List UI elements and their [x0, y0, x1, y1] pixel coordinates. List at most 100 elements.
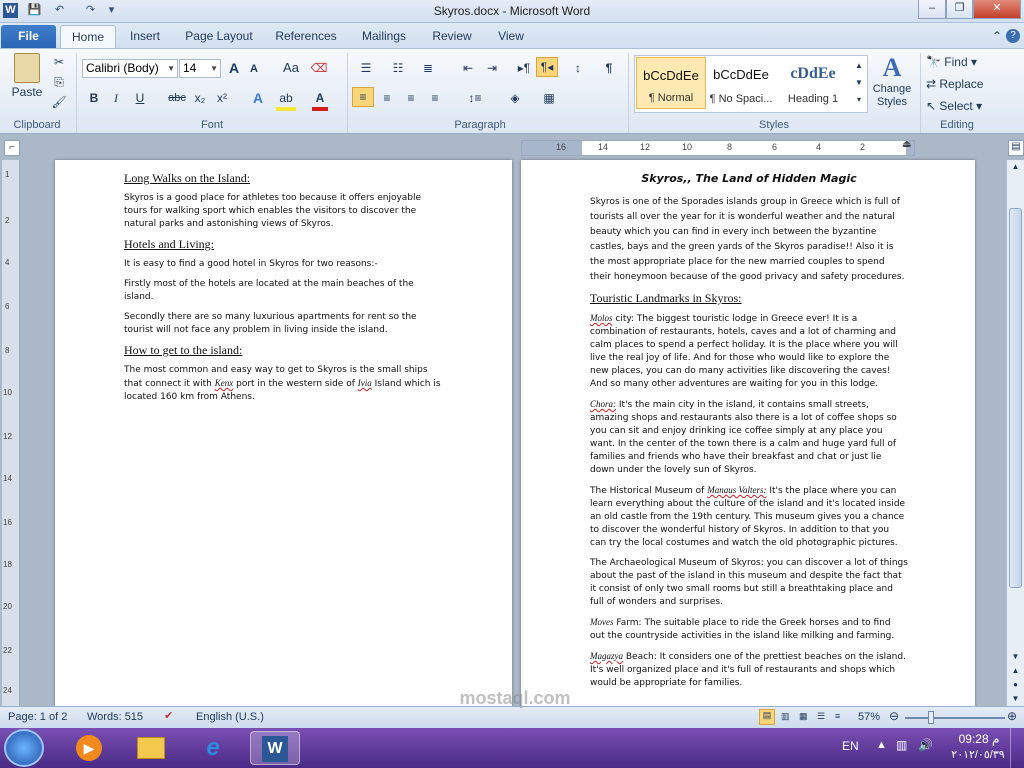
paragraph-group-label: Paragraph: [454, 119, 506, 131]
grow-font-button[interactable]: A: [226, 59, 242, 77]
zoom-level[interactable]: 57%: [858, 711, 880, 723]
align-left-icon[interactable]: ≡: [352, 87, 374, 107]
italic-button[interactable]: I: [108, 89, 124, 107]
vertical-ruler[interactable]: 1 2 4 6 8 10 12 14 16 18 20 22 24: [2, 160, 20, 706]
rtl-icon[interactable]: ¶◂: [536, 57, 558, 77]
document-page-1[interactable]: Long Walks on the Island: Skyros is a go…: [55, 160, 512, 706]
scroll-down-icon[interactable]: ▼ ▲ ● ▼: [1009, 650, 1022, 706]
input-language[interactable]: EN: [842, 739, 859, 753]
taskbar-explorer[interactable]: [126, 731, 176, 765]
taskbar-internet-explorer[interactable]: e: [188, 731, 238, 765]
change-styles-button[interactable]: A Change Styles: [870, 53, 914, 113]
tab-home[interactable]: Home: [60, 25, 116, 48]
word-count[interactable]: Words: 515: [87, 711, 143, 723]
taskbar-word[interactable]: W: [250, 731, 300, 765]
bold-button[interactable]: B: [86, 89, 102, 107]
document-page-2[interactable]: Skyros,, The Land of Hidden Magic Skyros…: [521, 160, 975, 706]
style-normal[interactable]: bCcDdEe ¶ Normal: [636, 57, 706, 109]
text-effects-icon[interactable]: A: [248, 89, 268, 107]
print-layout-icon[interactable]: ▤: [759, 709, 775, 725]
shading-icon[interactable]: ◈: [506, 89, 524, 107]
align-right-icon[interactable]: ≡: [402, 89, 420, 107]
superscript-button[interactable]: x²: [214, 89, 230, 107]
view-ruler-icon[interactable]: ▤: [1008, 140, 1024, 156]
bullets-icon[interactable]: ☰: [356, 59, 376, 77]
indent-marker-icon[interactable]: ⏏: [902, 139, 911, 150]
shrink-font-button[interactable]: A: [246, 60, 262, 78]
strikethrough-button[interactable]: abc: [166, 89, 188, 107]
misspelled-word[interactable]: Molos: [590, 313, 613, 323]
start-button[interactable]: [4, 729, 44, 767]
tab-page-layout[interactable]: Page Layout: [178, 25, 260, 48]
clock-time[interactable]: 09:28 م: [954, 732, 1004, 746]
tray-arrow-icon[interactable]: ▲: [876, 739, 887, 751]
numbering-icon[interactable]: ☷: [388, 59, 408, 77]
close-button[interactable]: ✕: [973, 0, 1021, 19]
misspelled-word[interactable]: Chora:: [590, 399, 616, 409]
draft-icon[interactable]: ≡: [835, 711, 840, 721]
justify-icon[interactable]: ≡: [426, 89, 444, 107]
replace-button[interactable]: ⇄ Replace: [926, 75, 1006, 93]
format-painter-icon[interactable]: 🖌: [50, 93, 68, 111]
borders-icon[interactable]: ▦: [540, 89, 558, 107]
zoom-out-icon[interactable]: ⊖: [889, 709, 899, 723]
tab-references[interactable]: References: [268, 25, 344, 48]
volume-icon[interactable]: 🔊: [918, 738, 933, 752]
show-hide-button[interactable]: ¶: [600, 59, 618, 77]
taskbar-media-player[interactable]: ▶: [64, 731, 114, 765]
full-screen-reading-icon[interactable]: ▥: [781, 711, 790, 722]
increase-indent-icon[interactable]: ⇥: [484, 59, 500, 77]
highlight-icon[interactable]: ab: [276, 89, 296, 111]
page-count[interactable]: Page: 1 of 2: [8, 711, 67, 723]
language-indicator[interactable]: English (U.S.): [196, 711, 264, 723]
align-center-icon[interactable]: ≡: [378, 89, 396, 107]
styles-scroll-icon[interactable]: ▲ ▼ ▾: [852, 57, 866, 108]
tab-view[interactable]: View: [488, 25, 534, 48]
find-button[interactable]: 🔭 Find ▾: [926, 53, 1006, 71]
font-family-select[interactable]: Calibri (Body) ▼: [82, 59, 178, 78]
scroll-thumb[interactable]: [1009, 208, 1022, 588]
style-heading-1[interactable]: cDdEe Heading 1: [778, 57, 848, 109]
change-case-button[interactable]: Aa: [280, 59, 302, 77]
misspelled-word[interactable]: Kenx: [215, 378, 234, 388]
underline-button[interactable]: U: [132, 89, 148, 107]
font-color-icon[interactable]: A: [312, 89, 328, 111]
clock-date[interactable]: ٢٠١٢/٠٥/٣٩: [950, 748, 1006, 761]
vertical-scrollbar[interactable]: ▲ ▼ ▲ ● ▼: [1006, 160, 1024, 706]
misspelled-word[interactable]: Magazya: [590, 651, 623, 661]
minimize-ribbon-icon[interactable]: ⌃: [990, 25, 1004, 48]
sort-icon[interactable]: ↕: [568, 59, 588, 77]
paste-button[interactable]: Paste: [8, 53, 46, 105]
scroll-up-icon[interactable]: ▲: [1009, 162, 1022, 176]
tab-mailings[interactable]: Mailings: [352, 25, 416, 48]
line-spacing-icon[interactable]: ↕≡: [464, 89, 486, 107]
tab-selector-icon[interactable]: ⌐: [4, 140, 20, 156]
web-layout-icon[interactable]: ▦: [799, 711, 808, 722]
tab-review[interactable]: Review: [424, 25, 480, 48]
decrease-indent-icon[interactable]: ⇤: [460, 59, 476, 77]
zoom-slider[interactable]: [905, 717, 1005, 719]
misspelled-word[interactable]: Manaus Valters:: [707, 485, 766, 495]
maximize-button[interactable]: ❐: [946, 0, 973, 19]
zoom-slider-thumb[interactable]: [928, 711, 934, 724]
minimize-button[interactable]: –: [918, 0, 946, 19]
copy-icon[interactable]: ⎘: [50, 73, 68, 91]
network-icon[interactable]: ▥: [896, 738, 907, 752]
proofing-icon[interactable]: ✔: [164, 709, 173, 722]
zoom-in-icon[interactable]: ⊕: [1007, 709, 1017, 723]
tab-insert[interactable]: Insert: [120, 25, 170, 48]
multilevel-list-icon[interactable]: ≣: [418, 59, 438, 77]
select-button[interactable]: ↖ Select ▾: [926, 97, 1006, 115]
show-desktop-button[interactable]: [1010, 728, 1024, 768]
ltr-icon[interactable]: ▸¶: [514, 59, 534, 77]
help-icon[interactable]: ?: [1006, 29, 1020, 43]
tab-file[interactable]: File: [1, 25, 56, 48]
clear-formatting-icon[interactable]: ⌫: [310, 59, 328, 77]
font-size-select[interactable]: 14 ▼: [179, 59, 221, 78]
style-no-spacing[interactable]: bCcDdEe ¶ No Spaci...: [706, 57, 776, 109]
misspelled-word[interactable]: Ivia: [358, 378, 372, 388]
horizontal-ruler[interactable]: 16 14 12 10 8 6 4 2 ⏏: [521, 139, 915, 156]
subscript-button[interactable]: x₂: [192, 89, 208, 107]
outline-icon[interactable]: ☰: [817, 711, 825, 722]
cut-icon[interactable]: ✂: [50, 53, 68, 71]
